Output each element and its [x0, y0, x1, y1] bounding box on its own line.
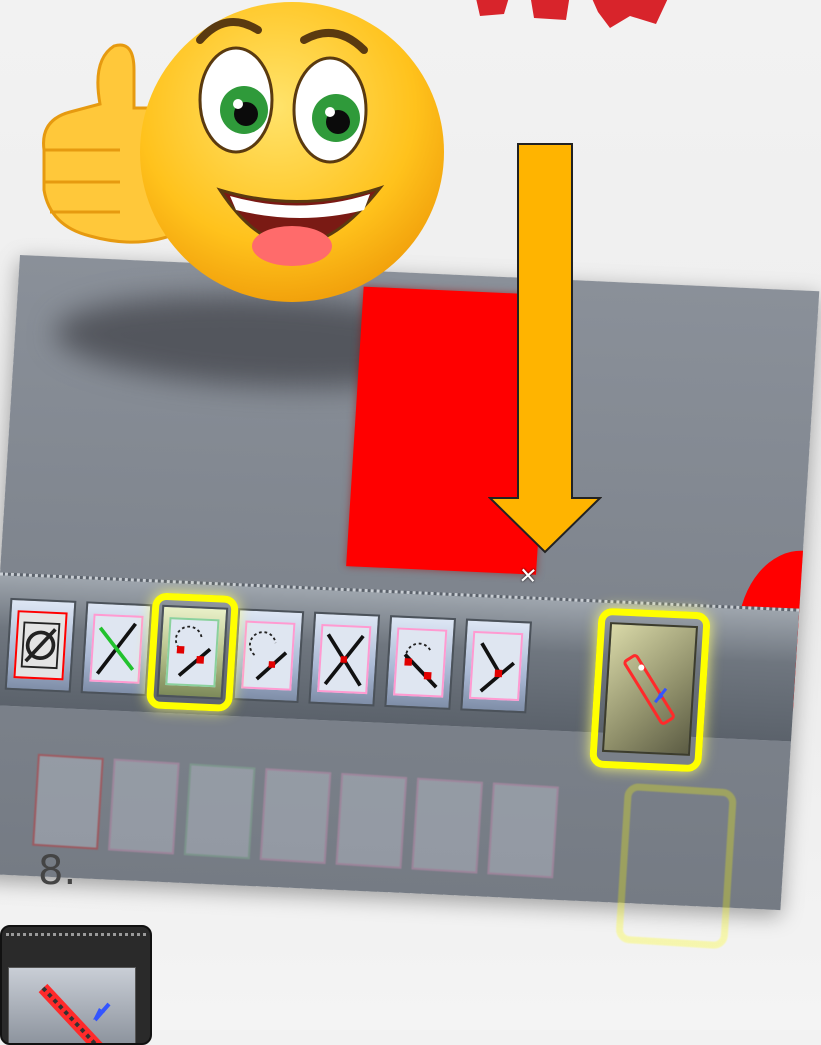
- stamp-fragment: [476, 0, 668, 28]
- x-cross-icon: [317, 623, 372, 695]
- tool-button-endpoint[interactable]: [460, 618, 532, 714]
- arc-segment-icon: [393, 627, 448, 698]
- thumbs-up-smiley-icon: [42, 2, 444, 302]
- cursor-crosshair-icon: ✕: [518, 563, 539, 590]
- step-number: 8.: [38, 848, 77, 894]
- down-arrow-icon: [488, 143, 602, 554]
- tool-button-intersection[interactable]: [80, 601, 153, 697]
- line-cross-icon: [89, 613, 144, 684]
- circle-slash-icon: [13, 610, 68, 681]
- measure-pencil-thumbnail-icon: [38, 983, 111, 1043]
- tool-button-arc-line[interactable]: [232, 608, 305, 704]
- tool-button-snap-off[interactable]: [4, 597, 77, 693]
- arc-line-icon: [241, 620, 296, 691]
- toolbar-thumbnail: [0, 925, 152, 1045]
- tool-button-arc-segment[interactable]: [384, 615, 457, 710]
- line-endpoint-icon: [469, 630, 524, 702]
- tool-button-cross[interactable]: [308, 611, 381, 707]
